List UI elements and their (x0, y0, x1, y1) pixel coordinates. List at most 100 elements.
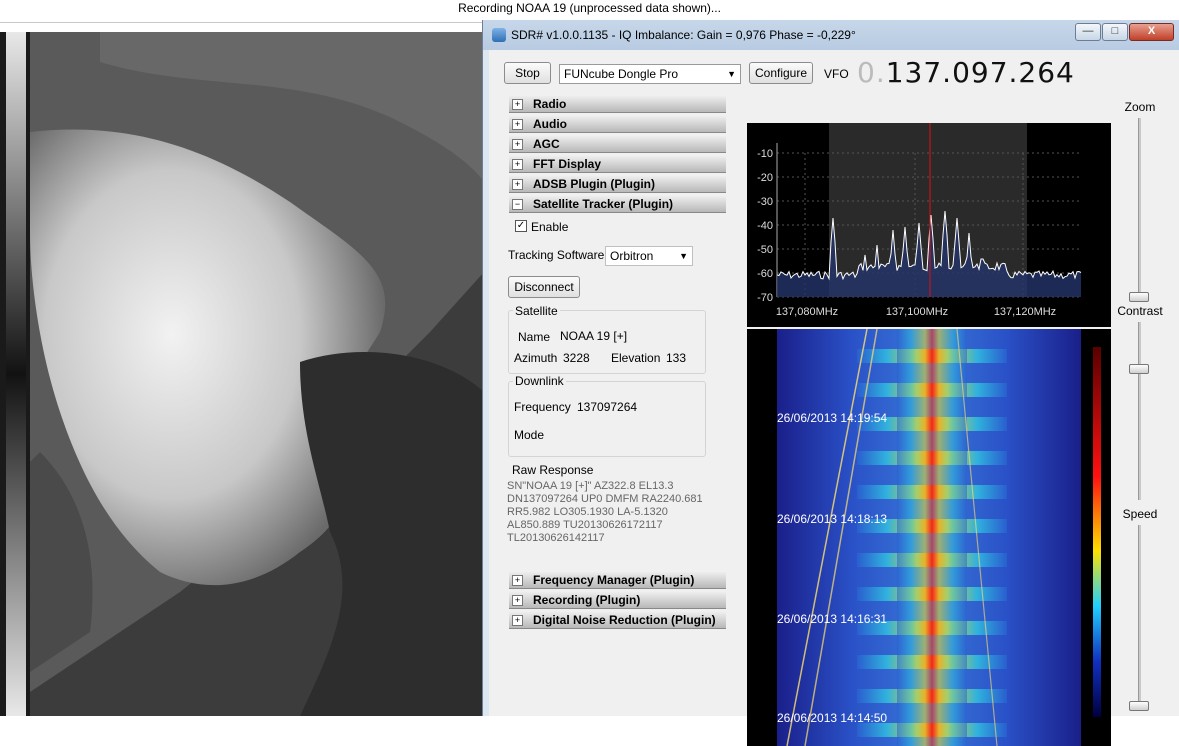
waterfall-color-scale (1093, 347, 1101, 717)
tracking-software-label: Tracking Software (508, 248, 605, 262)
stop-button[interactable]: Stop (504, 62, 551, 84)
enable-checkbox[interactable]: ✓ (515, 220, 527, 232)
close-button[interactable]: X (1129, 23, 1174, 41)
spectrum-y-tick: -10 (757, 148, 773, 160)
expand-icon: + (512, 159, 523, 170)
downlink-group-title: Downlink (513, 374, 566, 388)
panel-agc[interactable]: + AGC (509, 136, 726, 153)
zoom-slider-thumb[interactable] (1129, 292, 1149, 302)
waterfall-display[interactable]: 26/06/2013 14:19:54 26/06/2013 14:18:13 26… (747, 329, 1111, 746)
window-title: SDR# v1.0.0.1135 - IQ Imbalance: Gain = … (511, 28, 856, 42)
waterfall-plot: 26/06/2013 14:19:54 26/06/2013 14:18:13 26… (777, 329, 1101, 746)
elevation-label: Elevation (611, 351, 661, 365)
frequency-value: 137097264 (577, 400, 638, 414)
sync-bars (6, 32, 26, 716)
azimuth-label: Azimuth (514, 351, 558, 365)
maximize-icon: □ (1111, 25, 1119, 37)
panel-label: Digital Noise Reduction (Plugin) (533, 613, 716, 627)
waterfall-timestamp: 26/06/2013 14:14:50 (777, 711, 887, 725)
enable-label: Enable (531, 220, 569, 234)
disconnect-button[interactable]: Disconnect (508, 276, 580, 298)
panel-label: Frequency Manager (Plugin) (533, 573, 695, 587)
vfo-label: VFO (824, 67, 849, 81)
satellite-image (0, 32, 484, 716)
vfo-frequency-display[interactable]: 0.137.097.264 (857, 56, 1075, 89)
minimize-icon: — (1082, 25, 1094, 37)
panel-satellite-tracker[interactable]: − Satellite Tracker (Plugin) (509, 196, 726, 213)
name-value: NOAA 19 [+] (560, 329, 628, 343)
expand-icon: + (512, 99, 523, 110)
device-select-value: FUNcube Dongle Pro (564, 67, 679, 81)
recording-caption: Recording NOAA 19 (unprocessed data show… (0, 0, 1179, 20)
expand-icon: + (512, 139, 523, 150)
panel-label: ADSB Plugin (Plugin) (533, 177, 655, 191)
raw-response-text: SN"NOAA 19 [+]" AZ322.8 EL13.3 DN1370972… (507, 480, 703, 544)
spectrum-x-tick: 137,100MHz (886, 306, 948, 318)
panel-label: Radio (533, 97, 567, 111)
collapse-icon: − (512, 199, 523, 210)
waterfall-timestamp: 26/06/2013 14:16:31 (777, 612, 887, 626)
window-titlebar[interactable]: SDR# v1.0.0.1135 - IQ Imbalance: Gain = … (483, 20, 1179, 50)
panel-frequency-manager[interactable]: + Frequency Manager (Plugin) (509, 572, 726, 589)
speed-slider-track[interactable] (1138, 525, 1141, 711)
panel-label: AGC (533, 137, 560, 151)
downlink-group (508, 381, 706, 457)
waterfall-timestamp: 26/06/2013 14:18:13 (777, 512, 887, 526)
spectrum-y-tick: -70 (757, 292, 773, 304)
spectrum-x-tick: 137,120MHz (994, 306, 1056, 318)
spectrum-x-tick: 137,080MHz (776, 306, 838, 318)
speed-slider-thumb[interactable] (1129, 701, 1149, 711)
tracking-software-select[interactable]: Orbitron ▼ (605, 246, 693, 266)
satellite-group-title: Satellite (513, 304, 560, 318)
maximize-button[interactable]: □ (1102, 23, 1128, 41)
raw-response-label: Raw Response (512, 463, 594, 477)
panel-label: Recording (Plugin) (533, 593, 641, 607)
signal-core (897, 329, 967, 746)
panel-radio[interactable]: + Radio (509, 96, 726, 113)
app-icon (492, 28, 506, 42)
speed-label: Speed (1122, 507, 1158, 521)
device-select[interactable]: FUNcube Dongle Pro ▼ (559, 64, 741, 84)
chevron-down-icon: ▼ (679, 251, 688, 261)
spectrum-analyzer[interactable]: -10 -20 -30 -40 -50 -60 -70 137,080MHz 137,100M… (747, 123, 1111, 327)
checkmark-icon: ✓ (516, 220, 526, 231)
frequency-label: Frequency (514, 400, 571, 414)
zoom-slider-track[interactable] (1138, 118, 1141, 302)
satellite-image-render (0, 32, 484, 716)
vfo-digits: 137.097.264 (885, 56, 1075, 89)
spectrum-y-tick: -40 (757, 220, 773, 232)
spectrum-y-tick: -30 (757, 196, 773, 208)
zoom-label: Zoom (1124, 100, 1156, 114)
mode-label: Mode (514, 428, 545, 442)
elevation-value: 133 (666, 351, 687, 365)
vfo-leading-digit: 0. (857, 56, 886, 89)
spectrum-plot: -10 -20 -30 -40 -50 -60 -70 137,080MHz 137,100M… (757, 123, 1082, 318)
azimuth-value: 3228 (563, 351, 590, 365)
name-label: Name (518, 330, 551, 344)
expand-icon: + (512, 575, 523, 586)
panel-audio[interactable]: + Audio (509, 116, 726, 133)
contrast-label: Contrast (1117, 304, 1163, 318)
sdr-window: SDR# v1.0.0.1135 - IQ Imbalance: Gain = … (482, 20, 1179, 746)
contrast-slider-track[interactable] (1138, 322, 1141, 500)
window-client: Stop FUNcube Dongle Pro ▼ Configure VFO … (489, 50, 1179, 746)
spectrum-y-tick: -60 (757, 268, 773, 280)
spectrum-y-tick: -50 (757, 244, 773, 256)
chevron-down-icon: ▼ (727, 69, 736, 79)
configure-button[interactable]: Configure (749, 62, 813, 84)
expand-icon: + (512, 179, 523, 190)
minimize-button[interactable]: — (1075, 23, 1101, 41)
panel-label: Satellite Tracker (Plugin) (533, 197, 674, 211)
spectrum-y-tick: -20 (757, 172, 773, 184)
panel-recording[interactable]: + Recording (Plugin) (509, 592, 726, 609)
panel-label: Audio (533, 117, 567, 131)
panel-label: FFT Display (533, 157, 602, 171)
tracking-software-value: Orbitron (610, 249, 654, 263)
contrast-slider-thumb[interactable] (1129, 364, 1149, 374)
panel-digital-noise-reduction[interactable]: + Digital Noise Reduction (Plugin) (509, 612, 726, 629)
expand-icon: + (512, 615, 523, 626)
waterfall-timestamp: 26/06/2013 14:19:54 (777, 411, 887, 425)
expand-icon: + (512, 119, 523, 130)
panel-adsb-plugin[interactable]: + ADSB Plugin (Plugin) (509, 176, 726, 193)
panel-fft-display[interactable]: + FFT Display (509, 156, 726, 173)
